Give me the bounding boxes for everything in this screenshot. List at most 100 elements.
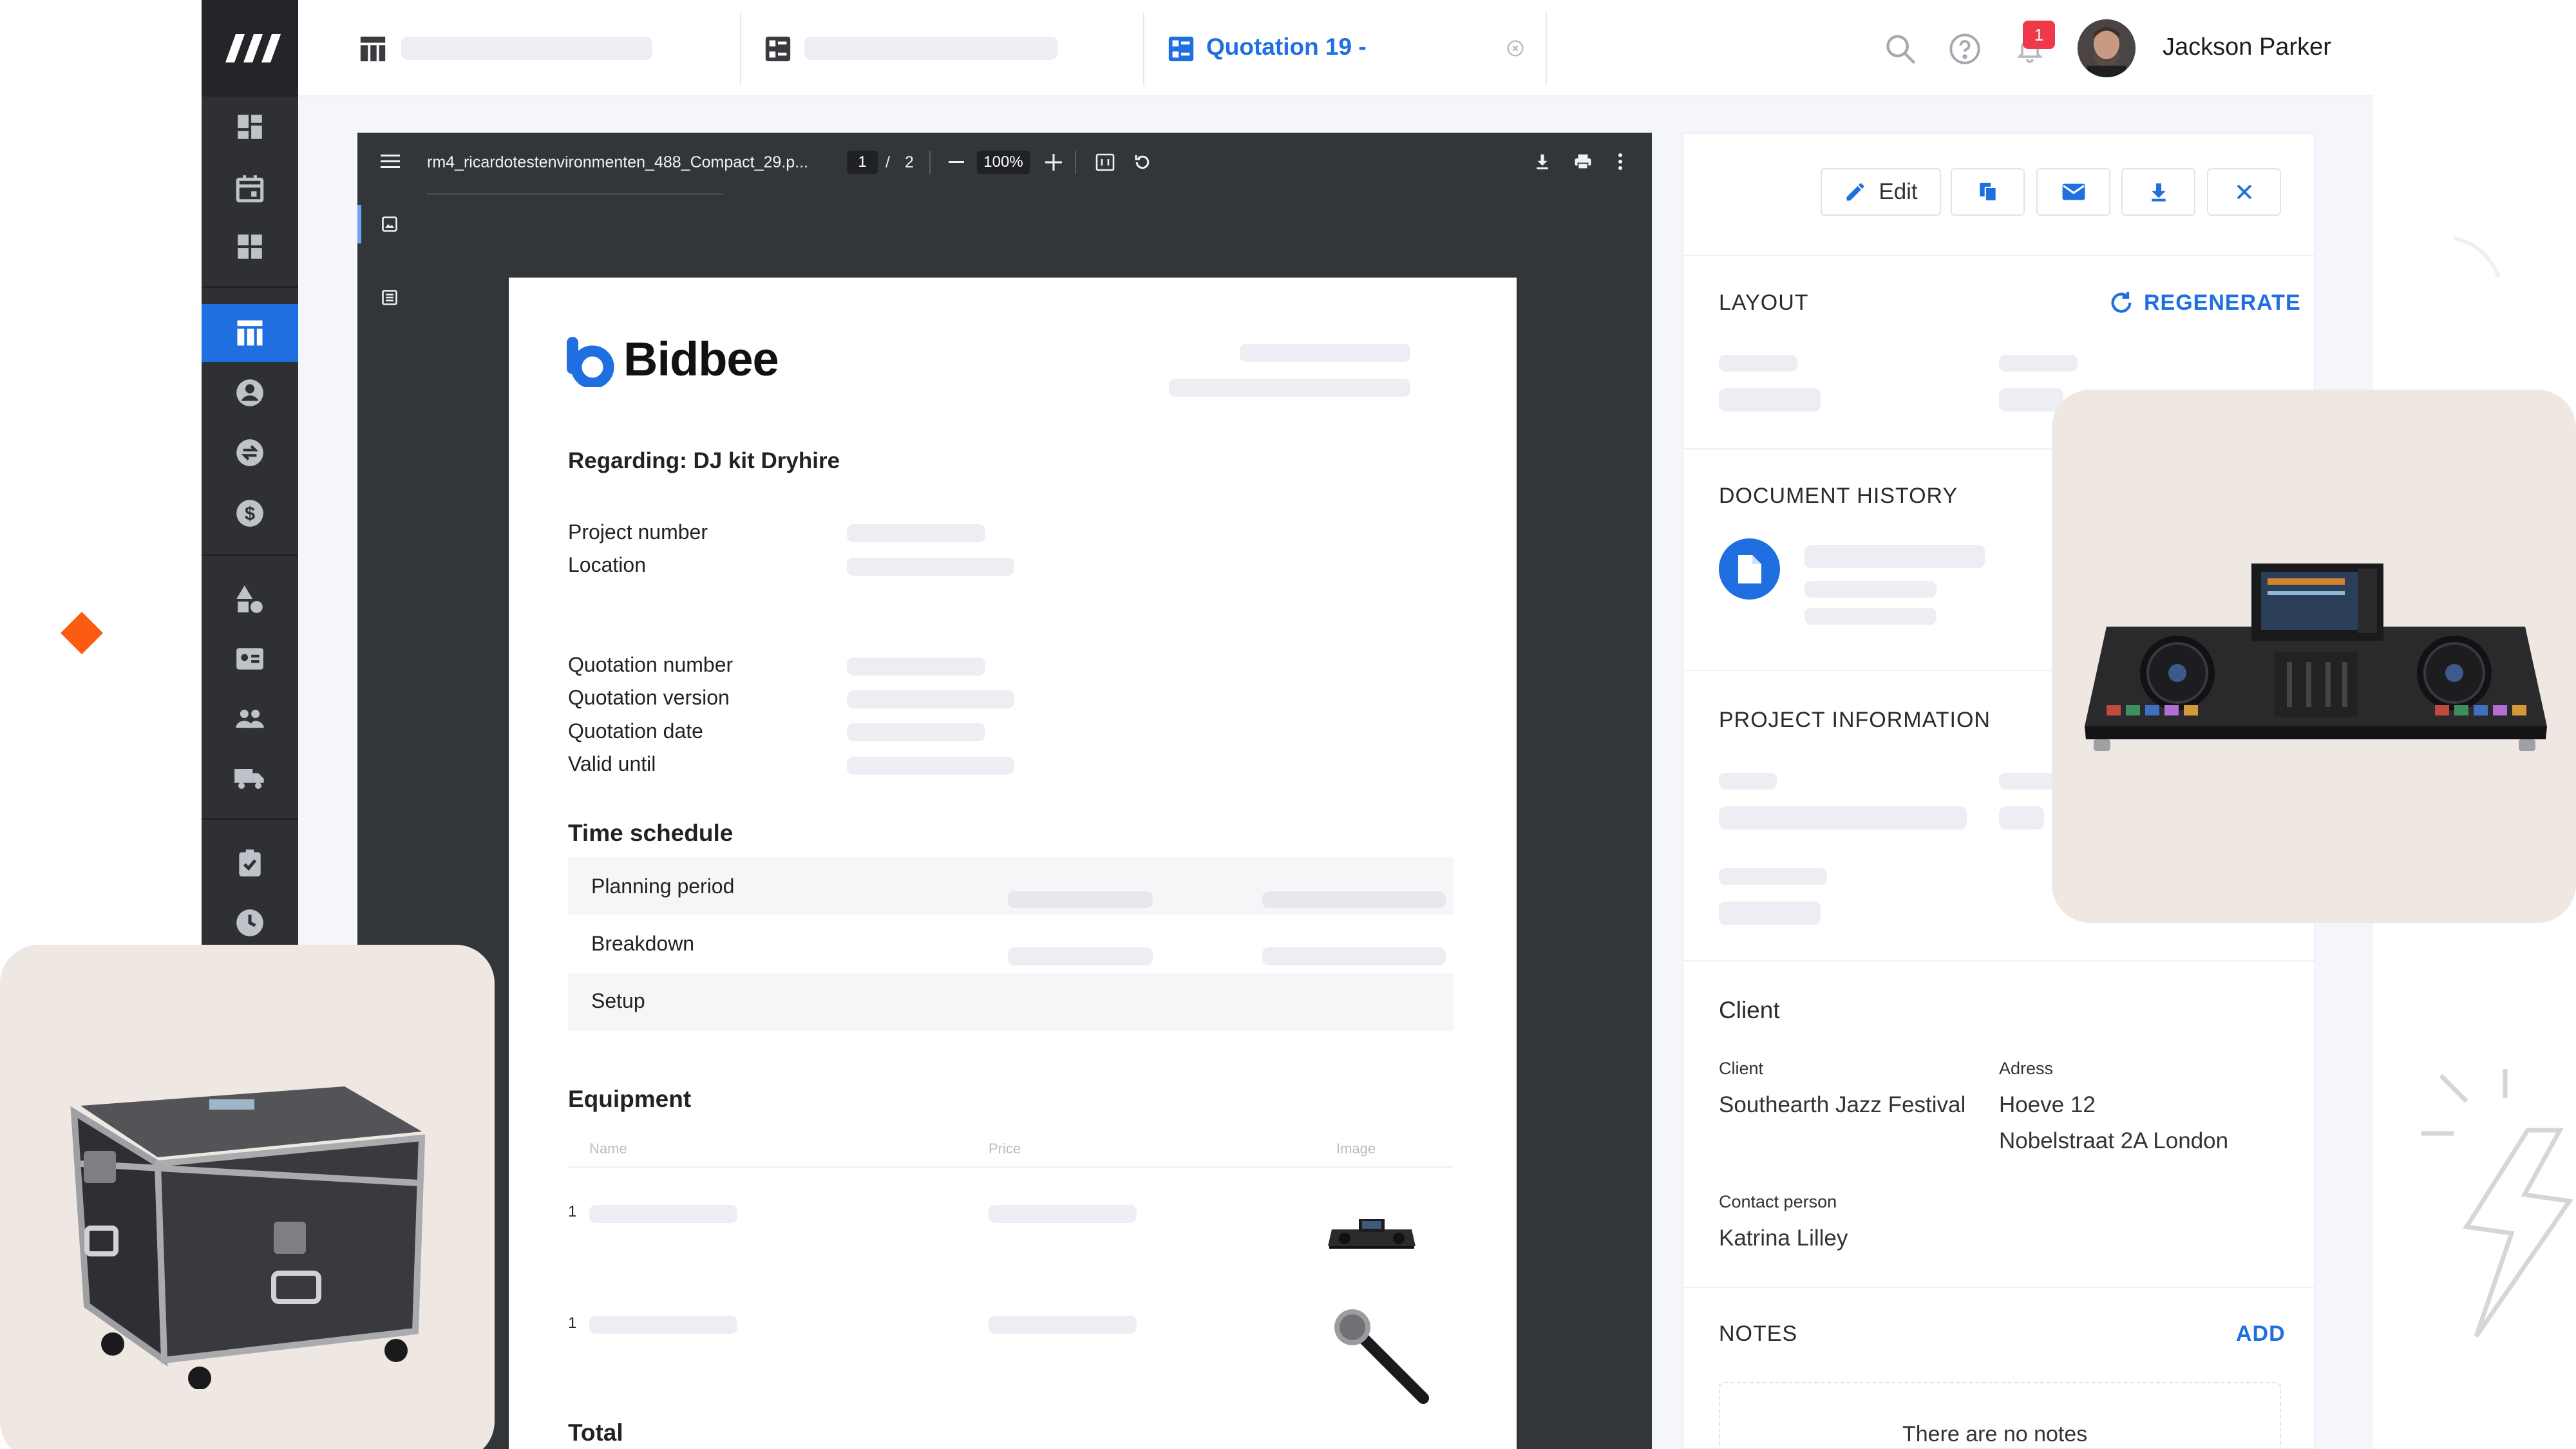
pdf-viewer: rm4_ricardotestenvironmenten_488_Compact… (357, 133, 1652, 1449)
tab-1-placeholder[interactable] (401, 37, 652, 60)
clock-icon[interactable] (202, 894, 298, 952)
truck-icon[interactable] (202, 748, 298, 806)
calendar-icon[interactable] (202, 160, 298, 218)
microphone-thumbnail (1330, 1308, 1433, 1405)
close-button[interactable] (2207, 168, 2281, 216)
decorative-diamond (61, 612, 103, 654)
dj-controller-card (2052, 390, 2576, 923)
layout-title: LAYOUT (1719, 290, 1809, 315)
zoom-out-icon[interactable] (949, 161, 964, 163)
zoom-in-icon[interactable] (1045, 154, 1062, 171)
close-tab-icon[interactable] (1506, 39, 1525, 58)
inventory-icon[interactable] (202, 570, 298, 628)
notification-badge: 1 (2023, 21, 2055, 49)
planboard-icon[interactable] (202, 218, 298, 276)
no-notes-message: There are no notes (1902, 1422, 2088, 1446)
field-label: Quotation date (568, 719, 703, 743)
document-file-icon[interactable] (1719, 538, 1780, 600)
regenerate-icon[interactable] (2108, 290, 2134, 316)
sidebar: $ (202, 0, 298, 947)
download-icon[interactable] (1533, 152, 1552, 171)
regenerate-link[interactable]: REGENERATE (2144, 290, 2301, 316)
user-name[interactable]: Jackson Parker (2163, 33, 2331, 61)
email-button[interactable] (2036, 168, 2110, 216)
tab-quotation-title[interactable]: Quotation 19 - (1206, 33, 1367, 61)
dj-controller-thumbnail (1327, 1211, 1417, 1250)
quotations-icon[interactable] (202, 304, 298, 362)
tasks-icon[interactable] (202, 834, 298, 892)
field-label: Quotation version (568, 686, 730, 709)
address-line-1: Hoeve 12 (1999, 1092, 2096, 1117)
duplicate-button[interactable] (1951, 168, 2025, 216)
decorative-curve (2447, 232, 2505, 290)
menu-icon[interactable] (381, 153, 400, 170)
time-schedule-heading: Time schedule (568, 820, 734, 846)
bidbee-logo-icon (567, 337, 614, 387)
equipment-qty: 1 (568, 1203, 577, 1220)
page-separator: / (886, 153, 890, 171)
finance-icon[interactable]: $ (202, 484, 298, 542)
tab-table-icon[interactable] (358, 34, 388, 64)
contact-person-label: Contact person (1719, 1192, 1837, 1211)
page-number-input[interactable]: 1 (847, 151, 878, 174)
address-label: Adress (1999, 1059, 2054, 1078)
people-icon[interactable] (202, 689, 298, 747)
edit-label: Edit (1879, 179, 1918, 204)
brand-logo[interactable] (202, 0, 298, 97)
schedule-row: Breakdown (591, 932, 695, 955)
field-label: Quotation number (568, 653, 734, 676)
client-section-title: Client (1719, 997, 1780, 1023)
edit-button[interactable]: Edit (1821, 168, 1941, 216)
thumbnail-view-icon[interactable] (381, 215, 399, 233)
more-options-icon[interactable] (1617, 152, 1624, 171)
field-label: Location (568, 553, 646, 576)
document-history-title: DOCUMENT HISTORY (1719, 484, 1958, 508)
client-value: Southearth Jazz Festival (1719, 1092, 1966, 1117)
tab-list-icon[interactable] (763, 34, 793, 64)
column-header: Image (1336, 1141, 1376, 1157)
client-label: Client (1719, 1059, 1764, 1078)
equipment-heading: Equipment (568, 1086, 692, 1112)
download-button[interactable] (2121, 168, 2195, 216)
outline-view-icon[interactable] (381, 289, 399, 307)
field-label: Valid until (568, 752, 656, 775)
crew-card-icon[interactable] (202, 630, 298, 688)
schedule-row: Planning period (591, 875, 735, 898)
regarding-heading: Regarding: DJ kit Dryhire (568, 448, 840, 473)
top-bar: Quotation 19 - 1 Jackson Parker (298, 0, 2373, 97)
project-information-title: PROJECT INFORMATION (1719, 708, 1991, 732)
address-line-2: Nobelstraat 2A London (1999, 1128, 2229, 1153)
fit-page-icon[interactable] (1095, 153, 1115, 171)
app-root: { "app": {"logo_alt": "brand-logo"}, "to… (0, 0, 2576, 1449)
flight-case-card (0, 945, 495, 1449)
schedule-row: Setup (591, 989, 645, 1012)
rotate-icon[interactable] (1133, 153, 1152, 172)
column-header: Name (589, 1141, 627, 1157)
add-note-link[interactable]: ADD (2236, 1321, 2286, 1347)
field-label: Project number (568, 520, 708, 544)
dj-controller-image (2081, 556, 2551, 762)
contacts-icon[interactable] (202, 364, 298, 422)
page-total: 2 (905, 153, 914, 171)
help-icon[interactable] (1948, 32, 1982, 66)
pdf-toolbar: rm4_ricardotestenvironmenten_488_Compact… (357, 133, 1652, 192)
flight-case-image (61, 1061, 435, 1389)
print-icon[interactable] (1573, 152, 1593, 171)
pdf-page: Bidbee Regarding: DJ kit Dryhire Project… (509, 278, 1517, 1449)
lightning-decoration-icon (2409, 1063, 2576, 1346)
search-icon[interactable] (1884, 32, 1917, 66)
total-label: Total (568, 1419, 623, 1446)
equipment-qty: 1 (568, 1314, 577, 1332)
avatar[interactable] (2078, 19, 2136, 77)
tab-quotation-icon[interactable] (1166, 34, 1196, 64)
notes-title: NOTES (1719, 1321, 1798, 1346)
dashboard-icon[interactable] (202, 98, 298, 156)
svg-text:$: $ (245, 504, 255, 524)
brand-name: Bidbee (623, 332, 779, 386)
transfers-icon[interactable] (202, 424, 298, 482)
tab-2-placeholder[interactable] (804, 37, 1057, 60)
zoom-level-input[interactable]: 100% (977, 151, 1030, 174)
column-header: Price (989, 1141, 1021, 1157)
pdf-filename: rm4_ricardotestenvironmenten_488_Compact… (427, 153, 809, 171)
contact-person-value: Katrina Lilley (1719, 1226, 1848, 1251)
